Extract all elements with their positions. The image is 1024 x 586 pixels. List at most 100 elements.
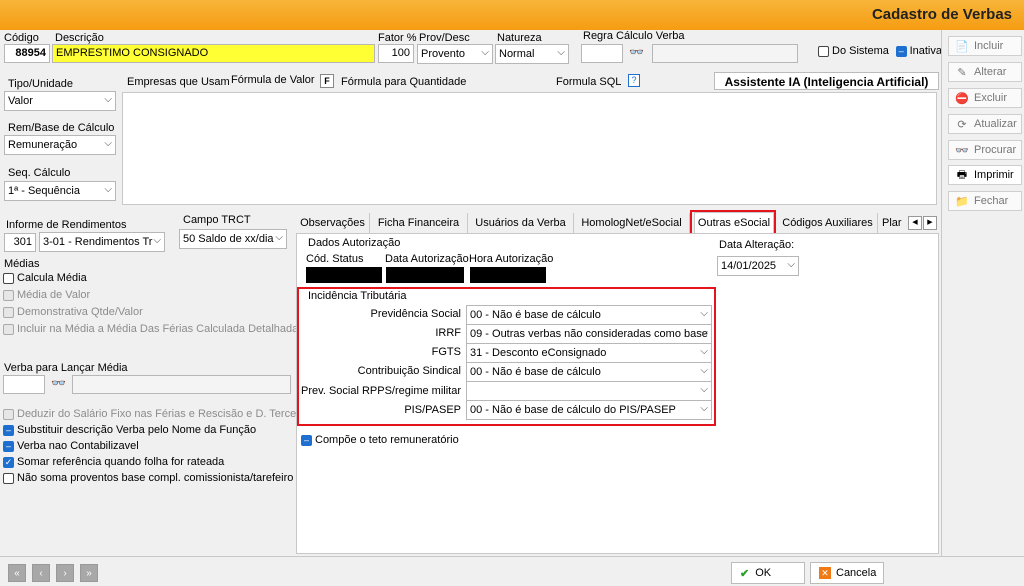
seq-value: 1ª - Sequência: [8, 185, 80, 197]
incluir-media-checkbox[interactable]: Incluir na Média a Média Das Férias Calc…: [3, 323, 298, 335]
deduzir-checkbox[interactable]: Deduzir do Salário Fixo nas Férias e Res…: [3, 408, 308, 420]
ok-button[interactable]: ✔ OK: [731, 562, 805, 584]
tab-observacoes[interactable]: Observações: [296, 213, 370, 233]
checkbox-icon: [3, 408, 14, 420]
autorizacao-group-label: Dados Autorização: [308, 237, 401, 249]
verba-lancar-label: Verba para Lançar Média: [4, 362, 128, 374]
binoculars-icon[interactable]: 👓: [51, 376, 66, 390]
first-record-icon[interactable]: «: [8, 564, 26, 582]
prev-rpps-select[interactable]: ⌵: [466, 381, 712, 401]
hora-autorizacao-field: [470, 267, 546, 283]
compoe-teto-checkbox[interactable]: – Compõe o teto remuneratório: [301, 434, 459, 446]
prov-desc-select[interactable]: Provento ⌵: [417, 44, 493, 64]
do-sistema-checkbox[interactable]: Do Sistema: [818, 45, 889, 57]
checkbox-icon: [3, 272, 14, 284]
atualizar-button[interactable]: ⟳ Atualizar: [948, 114, 1022, 134]
regra-code-field[interactable]: [581, 44, 623, 63]
natureza-value: Normal: [499, 48, 535, 60]
regra-desc-field: [652, 44, 798, 63]
calcula-media-label: Calcula Média: [17, 272, 87, 284]
calcula-media-checkbox[interactable]: Calcula Média: [3, 272, 87, 284]
inativa-label: Inativa: [909, 45, 942, 57]
demonstrativa-checkbox[interactable]: Demonstrativa Qtde/Valor: [3, 306, 143, 318]
checkbox-indeterminate-icon: –: [3, 424, 14, 436]
contribuicao-sindical-select[interactable]: 00 - Não é base de cálculo ⌵: [466, 362, 712, 382]
nao-contabilizavel-label: Verba nao Contabilizavel: [17, 440, 139, 452]
tab-scroll-right-icon[interactable]: ▶: [923, 216, 937, 230]
informe-code-field[interactable]: 301: [4, 233, 36, 252]
atualizar-label: Atualizar: [974, 118, 1017, 130]
tab-plar[interactable]: Plar: [882, 213, 908, 233]
chevron-down-icon: ⌵: [557, 47, 565, 58]
natureza-select[interactable]: Normal ⌵: [495, 44, 569, 64]
descricao-field[interactable]: EMPRESTIMO CONSIGNADO: [52, 44, 375, 63]
verba-lancar-code[interactable]: [3, 375, 45, 394]
imprimir-button[interactable]: 🖶 Imprimir: [948, 165, 1022, 185]
fator-label: Fator %: [378, 32, 417, 44]
rem-value: Remuneração: [8, 139, 78, 151]
excluir-button[interactable]: ⛔ Excluir: [948, 88, 1022, 108]
irrf-value: 09 - Outras verbas não consideradas como…: [470, 328, 712, 340]
data-alteracao-field[interactable]: 14/01/2025 ⌵: [717, 256, 799, 276]
medias-label: Médias: [4, 258, 40, 270]
incluir-button[interactable]: 📄 Incluir: [948, 36, 1022, 56]
next-record-icon[interactable]: ›: [56, 564, 74, 582]
fechar-button[interactable]: 📁 Fechar: [948, 191, 1022, 211]
last-record-icon[interactable]: »: [80, 564, 98, 582]
seq-select[interactable]: 1ª - Sequência ⌵: [4, 181, 116, 201]
tab-usuarios-verba[interactable]: Usuários da Verba: [468, 213, 574, 233]
help-icon[interactable]: ?: [628, 74, 640, 87]
tab-codigos-auxiliares[interactable]: Códigos Auxiliares: [778, 213, 878, 233]
natureza-label: Natureza: [497, 32, 542, 44]
chevron-down-icon: ⌵: [104, 138, 112, 149]
fator-field[interactable]: 100: [378, 44, 414, 63]
tab-empresas[interactable]: Empresas que Usam: [127, 76, 230, 88]
checkbox-icon: [3, 323, 14, 335]
fgts-select[interactable]: 31 - Desconto eConsignado ⌵: [466, 343, 712, 363]
prev-social-select[interactable]: 00 - Não é base de cálculo ⌵: [466, 305, 712, 325]
codigo-field[interactable]: 88954: [4, 44, 50, 63]
prov-desc-value: Provento: [421, 48, 466, 60]
media-valor-checkbox[interactable]: Média de Valor: [3, 289, 90, 301]
nao-soma-checkbox[interactable]: Não soma proventos base compl. comission…: [3, 472, 293, 484]
checkbox-checked-icon: ✓: [3, 456, 14, 468]
tab-homolognet-esocial[interactable]: HomologNet/eSocial: [574, 213, 690, 233]
tab-scroll-left-icon[interactable]: ◀: [908, 216, 922, 230]
substituir-checkbox[interactable]: – Substituir descrição Verba pelo Nome da…: [3, 424, 256, 436]
pis-pasep-select[interactable]: 00 - Não é base de cálculo do PIS/PASEP ⌵: [466, 400, 712, 420]
tab-ficha-financeira[interactable]: Ficha Financeira: [370, 213, 468, 233]
binoculars-icon[interactable]: 👓: [629, 45, 644, 59]
rem-label: Rem/Base de Cálculo: [8, 122, 115, 134]
rem-select[interactable]: Remuneração ⌵: [4, 135, 116, 155]
cancela-button[interactable]: ✕ Cancela: [810, 562, 884, 584]
tab-formula-quantidade[interactable]: Fórmula para Quantidade: [341, 76, 466, 88]
assistente-ia-button[interactable]: Assistente IA (Inteligencia Artificial): [714, 72, 939, 90]
somar-referencia-label: Somar referência quando folha for ratead…: [17, 456, 225, 468]
chevron-down-icon: ⌵: [275, 232, 283, 243]
nao-contabilizavel-checkbox[interactable]: – Verba nao Contabilizavel: [3, 440, 139, 452]
printer-icon: 🖶: [956, 168, 968, 181]
somar-referencia-checkbox[interactable]: ✓ Somar referência quando folha for ratea…: [3, 456, 224, 468]
chevron-down-icon: ⌵: [787, 259, 795, 270]
trct-select[interactable]: 50 Saldo de xx/dia ⌵: [179, 229, 287, 249]
formula-icon[interactable]: F: [320, 74, 334, 88]
chevron-down-icon: ⌵: [153, 235, 161, 246]
tab-formula-valor[interactable]: Fórmula de Valor: [231, 74, 315, 86]
inativa-checkbox[interactable]: – Inativa: [896, 45, 942, 57]
data-alteracao-label: Data Alteração:: [719, 239, 795, 251]
nao-soma-label: Não soma proventos base compl. comission…: [17, 472, 294, 484]
informe-select[interactable]: 3-01 - Rendimentos Tr ⌵: [39, 232, 165, 252]
formula-editor[interactable]: [122, 92, 937, 205]
irrf-select[interactable]: 09 - Outras verbas não consideradas como…: [466, 324, 712, 344]
prev-record-icon[interactable]: ‹: [32, 564, 50, 582]
alterar-button[interactable]: ✎ Alterar: [948, 62, 1022, 82]
imprimir-label: Imprimir: [974, 169, 1014, 181]
procurar-button[interactable]: 👓 Procurar: [948, 140, 1022, 160]
tipo-value: Valor: [8, 95, 33, 107]
checkbox-icon: [3, 289, 14, 301]
seq-label: Seq. Cálculo: [8, 167, 71, 179]
regra-label: Regra Cálculo Verba: [583, 30, 685, 42]
tipo-select[interactable]: Valor ⌵: [4, 91, 116, 111]
checkbox-icon: [818, 45, 829, 57]
tab-formula-sql[interactable]: Formula SQL: [556, 76, 621, 88]
